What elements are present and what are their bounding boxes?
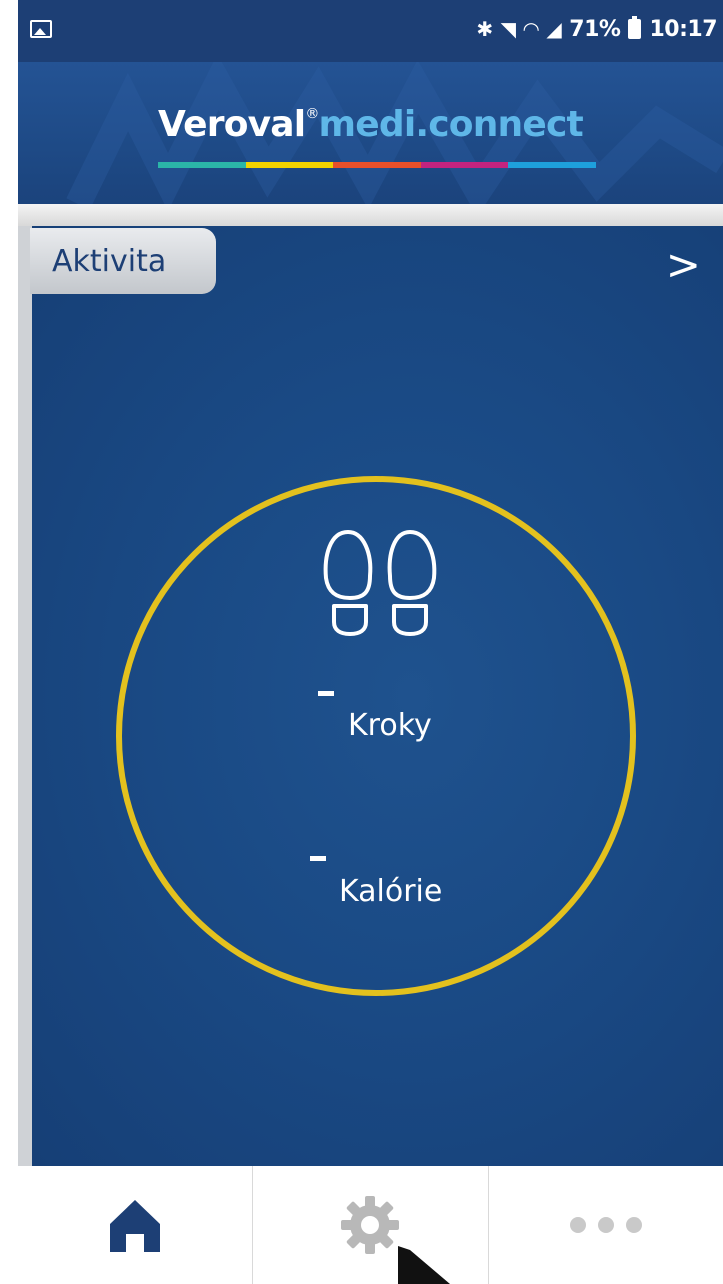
footprints-icon — [323, 530, 437, 636]
color-segment-5 — [508, 162, 596, 168]
calories-label: Kalórie — [339, 874, 443, 909]
wifi-icon: ◠ — [523, 17, 539, 41]
gallery-icon — [30, 20, 52, 38]
bottom-navigation — [18, 1166, 723, 1284]
battery-icon — [628, 16, 642, 39]
nav-settings[interactable] — [253, 1166, 489, 1284]
brand-logo: Veroval®medi.connect — [158, 104, 584, 145]
status-bar: ✱ ◥ ◠ ◢ 71% 10:17 — [18, 0, 723, 62]
status-icons: ✱ ◥ ◠ ◢ 71% 10:17 — [476, 14, 717, 44]
color-segment-2 — [245, 162, 334, 168]
more-icon — [569, 1217, 642, 1233]
calories-value: - — [310, 856, 326, 861]
clock: 10:17 — [649, 16, 717, 42]
next-arrow-button[interactable]: > — [666, 240, 701, 289]
nav-more[interactable] — [489, 1166, 723, 1284]
steps-value: - — [318, 691, 334, 696]
steps-label: Kroky — [348, 708, 432, 743]
activity-panel[interactable]: Aktivita > - Kroky - Kalórie — [18, 226, 723, 1166]
color-segment-4 — [420, 162, 509, 168]
battery-percent: 71% — [569, 16, 621, 42]
bluetooth-icon: ✱ — [476, 17, 493, 41]
color-segment-1 — [158, 162, 246, 168]
header-separator — [18, 204, 723, 228]
signal-icon: ◢ — [546, 17, 562, 41]
tab-aktivita[interactable]: Aktivita — [30, 228, 216, 294]
mute-icon: ◥ — [500, 17, 516, 41]
mouse-cursor-icon — [398, 1246, 450, 1284]
nav-home[interactable] — [18, 1166, 254, 1284]
home-icon — [110, 1200, 161, 1252]
app-header: Veroval®medi.connect — [18, 62, 723, 204]
color-segment-3 — [333, 162, 421, 168]
brand-color-bar — [158, 162, 596, 168]
